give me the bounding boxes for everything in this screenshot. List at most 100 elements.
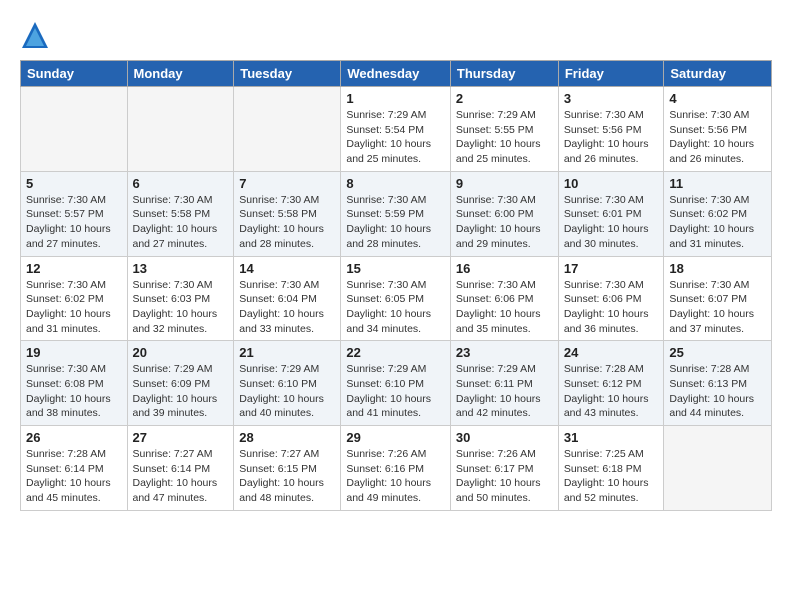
calendar-day-cell: 20 Sunrise: 7:29 AM Sunset: 6:09 PM Dayli… [127,341,234,426]
weekday-header: Wednesday [341,61,451,87]
day-info: Sunrise: 7:30 AM Sunset: 6:01 PM Dayligh… [564,193,659,252]
day-info: Sunrise: 7:29 AM Sunset: 5:54 PM Dayligh… [346,108,445,167]
day-info: Sunrise: 7:30 AM Sunset: 5:57 PM Dayligh… [26,193,122,252]
day-number: 16 [456,261,553,276]
day-number: 2 [456,91,553,106]
calendar-day-cell: 17 Sunrise: 7:30 AM Sunset: 6:06 PM Dayli… [558,256,664,341]
day-info: Sunrise: 7:27 AM Sunset: 6:15 PM Dayligh… [239,447,335,506]
day-info: Sunrise: 7:26 AM Sunset: 6:17 PM Dayligh… [456,447,553,506]
day-number: 11 [669,176,766,191]
day-number: 21 [239,345,335,360]
calendar-day-cell: 13 Sunrise: 7:30 AM Sunset: 6:03 PM Dayli… [127,256,234,341]
calendar-day-cell: 24Sunrise: 7:28 AM Sunset: 6:12 PM Dayli… [558,341,664,426]
calendar-week-row: 1 Sunrise: 7:29 AM Sunset: 5:54 PM Daylig… [21,87,772,172]
calendar-day-cell: 16 Sunrise: 7:30 AM Sunset: 6:06 PM Dayli… [450,256,558,341]
calendar-week-row: 12 Sunrise: 7:30 AM Sunset: 6:02 PM Dayli… [21,256,772,341]
day-info: Sunrise: 7:29 AM Sunset: 6:10 PM Dayligh… [346,362,445,421]
weekday-header: Tuesday [234,61,341,87]
calendar-day-cell: 9 Sunrise: 7:30 AM Sunset: 6:00 PM Daylig… [450,171,558,256]
day-info: Sunrise: 7:30 AM Sunset: 6:02 PM Dayligh… [669,193,766,252]
day-number: 1 [346,91,445,106]
weekday-header: Monday [127,61,234,87]
day-number: 14 [239,261,335,276]
calendar-day-cell: 27Sunrise: 7:27 AM Sunset: 6:14 PM Dayli… [127,426,234,511]
day-number: 18 [669,261,766,276]
day-number: 15 [346,261,445,276]
calendar-day-cell [664,426,772,511]
day-info: Sunrise: 7:30 AM Sunset: 6:06 PM Dayligh… [456,278,553,337]
day-info: Sunrise: 7:25 AM Sunset: 6:18 PM Dayligh… [564,447,659,506]
calendar-day-cell: 15Sunrise: 7:30 AM Sunset: 6:05 PM Dayli… [341,256,451,341]
day-number: 25 [669,345,766,360]
calendar-week-row: 26 Sunrise: 7:28 AM Sunset: 6:14 PM Dayli… [21,426,772,511]
day-number: 10 [564,176,659,191]
day-number: 5 [26,176,122,191]
calendar-day-cell [21,87,128,172]
calendar-header-row: SundayMondayTuesdayWednesdayThursdayFrid… [21,61,772,87]
day-info: Sunrise: 7:29 AM Sunset: 5:55 PM Dayligh… [456,108,553,167]
weekday-header: Friday [558,61,664,87]
day-info: Sunrise: 7:30 AM Sunset: 6:00 PM Dayligh… [456,193,553,252]
day-info: Sunrise: 7:27 AM Sunset: 6:14 PM Dayligh… [133,447,229,506]
day-info: Sunrise: 7:30 AM Sunset: 6:04 PM Dayligh… [239,278,335,337]
calendar-day-cell: 26 Sunrise: 7:28 AM Sunset: 6:14 PM Dayli… [21,426,128,511]
weekday-header: Thursday [450,61,558,87]
calendar-day-cell: 25 Sunrise: 7:28 AM Sunset: 6:13 PM Dayli… [664,341,772,426]
day-info: Sunrise: 7:29 AM Sunset: 6:10 PM Dayligh… [239,362,335,421]
calendar-day-cell: 8 Sunrise: 7:30 AM Sunset: 5:59 PM Daylig… [341,171,451,256]
day-info: Sunrise: 7:28 AM Sunset: 6:14 PM Dayligh… [26,447,122,506]
day-info: Sunrise: 7:30 AM Sunset: 6:02 PM Dayligh… [26,278,122,337]
calendar-week-row: 5 Sunrise: 7:30 AM Sunset: 5:57 PM Daylig… [21,171,772,256]
calendar-day-cell: 6Sunrise: 7:30 AM Sunset: 5:58 PM Daylig… [127,171,234,256]
calendar-day-cell: 11 Sunrise: 7:30 AM Sunset: 6:02 PM Dayli… [664,171,772,256]
calendar-day-cell: 3 Sunrise: 7:30 AM Sunset: 5:56 PM Daylig… [558,87,664,172]
day-info: Sunrise: 7:30 AM Sunset: 5:56 PM Dayligh… [564,108,659,167]
calendar-table: SundayMondayTuesdayWednesdayThursdayFrid… [20,60,772,511]
day-info: Sunrise: 7:30 AM Sunset: 5:59 PM Dayligh… [346,193,445,252]
day-info: Sunrise: 7:28 AM Sunset: 6:12 PM Dayligh… [564,362,659,421]
calendar-day-cell: 31 Sunrise: 7:25 AM Sunset: 6:18 PM Dayli… [558,426,664,511]
calendar-day-cell: 29Sunrise: 7:26 AM Sunset: 6:16 PM Dayli… [341,426,451,511]
day-number: 26 [26,430,122,445]
day-info: Sunrise: 7:29 AM Sunset: 6:11 PM Dayligh… [456,362,553,421]
day-number: 12 [26,261,122,276]
logo-icon [20,20,50,50]
day-number: 22 [346,345,445,360]
calendar-day-cell: 12 Sunrise: 7:30 AM Sunset: 6:02 PM Dayli… [21,256,128,341]
calendar-day-cell [234,87,341,172]
day-number: 13 [133,261,229,276]
day-number: 30 [456,430,553,445]
calendar-day-cell [127,87,234,172]
day-info: Sunrise: 7:29 AM Sunset: 6:09 PM Dayligh… [133,362,229,421]
calendar-day-cell: 23 Sunrise: 7:29 AM Sunset: 6:11 PM Dayli… [450,341,558,426]
calendar-day-cell: 22 Sunrise: 7:29 AM Sunset: 6:10 PM Dayli… [341,341,451,426]
day-number: 31 [564,430,659,445]
calendar-day-cell: 14 Sunrise: 7:30 AM Sunset: 6:04 PM Dayli… [234,256,341,341]
calendar-day-cell: 18 Sunrise: 7:30 AM Sunset: 6:07 PM Dayli… [664,256,772,341]
logo [20,20,52,50]
calendar-day-cell: 10 Sunrise: 7:30 AM Sunset: 6:01 PM Dayli… [558,171,664,256]
day-info: Sunrise: 7:28 AM Sunset: 6:13 PM Dayligh… [669,362,766,421]
day-info: Sunrise: 7:30 AM Sunset: 6:06 PM Dayligh… [564,278,659,337]
day-number: 19 [26,345,122,360]
weekday-header: Saturday [664,61,772,87]
weekday-header: Sunday [21,61,128,87]
calendar-day-cell: 1 Sunrise: 7:29 AM Sunset: 5:54 PM Daylig… [341,87,451,172]
day-number: 23 [456,345,553,360]
day-number: 20 [133,345,229,360]
day-number: 3 [564,91,659,106]
calendar-day-cell: 28Sunrise: 7:27 AM Sunset: 6:15 PM Dayli… [234,426,341,511]
day-number: 17 [564,261,659,276]
day-info: Sunrise: 7:30 AM Sunset: 5:56 PM Dayligh… [669,108,766,167]
day-number: 9 [456,176,553,191]
calendar-day-cell: 4Sunrise: 7:30 AM Sunset: 5:56 PM Daylig… [664,87,772,172]
day-info: Sunrise: 7:30 AM Sunset: 6:03 PM Dayligh… [133,278,229,337]
day-info: Sunrise: 7:30 AM Sunset: 6:08 PM Dayligh… [26,362,122,421]
calendar-day-cell: 30 Sunrise: 7:26 AM Sunset: 6:17 PM Dayli… [450,426,558,511]
day-info: Sunrise: 7:30 AM Sunset: 6:07 PM Dayligh… [669,278,766,337]
day-info: Sunrise: 7:30 AM Sunset: 5:58 PM Dayligh… [133,193,229,252]
calendar-week-row: 19 Sunrise: 7:30 AM Sunset: 6:08 PM Dayli… [21,341,772,426]
day-number: 8 [346,176,445,191]
day-info: Sunrise: 7:26 AM Sunset: 6:16 PM Dayligh… [346,447,445,506]
calendar-day-cell: 7Sunrise: 7:30 AM Sunset: 5:58 PM Daylig… [234,171,341,256]
